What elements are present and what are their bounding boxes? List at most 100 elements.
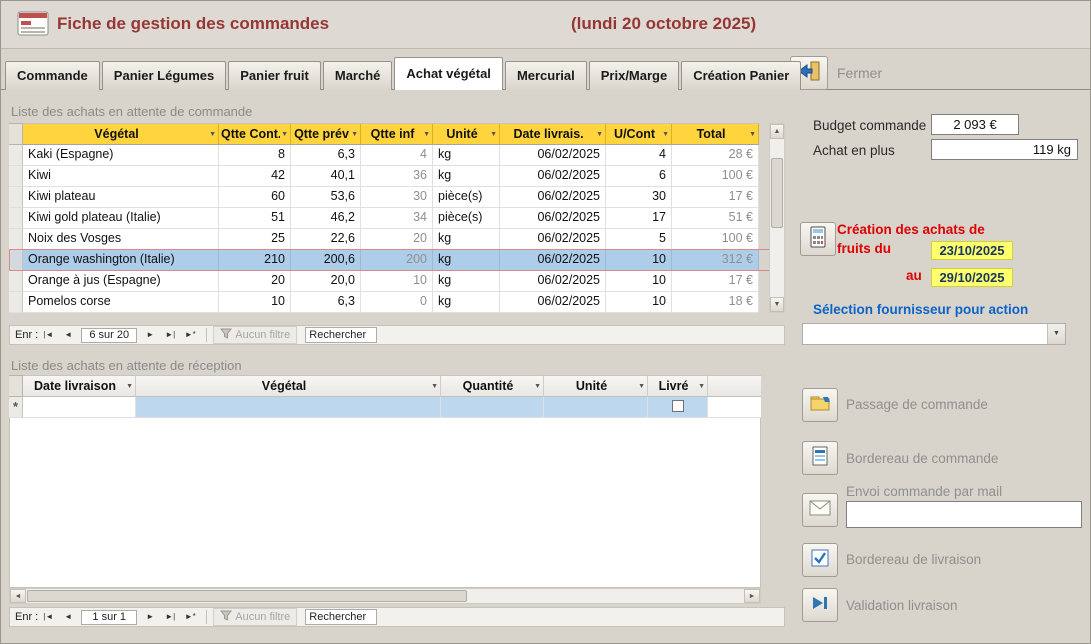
table-cell[interactable]: 22,6 [291, 229, 361, 250]
tab-mercurial[interactable]: Mercurial [505, 61, 587, 90]
table-cell[interactable]: Kaki (Espagne) [23, 145, 219, 166]
table-cell[interactable]: 51 [219, 208, 291, 229]
date-from-field[interactable]: 23/10/2025 [931, 241, 1013, 260]
table-cell[interactable]: 36 [361, 166, 433, 187]
table-cell[interactable]: 312 € [672, 250, 759, 271]
table-row[interactable]: Kiwi4240,136kg06/02/20256100 € [9, 166, 785, 187]
place-order-button[interactable] [802, 388, 838, 422]
delivered-checkbox[interactable] [672, 400, 684, 412]
table-cell[interactable] [544, 397, 648, 418]
next-record-button[interactable]: ► [140, 327, 160, 343]
table-cell[interactable]: 100 € [672, 229, 759, 250]
table-row[interactable]: Noix des Vosges2522,620kg06/02/20255100 … [9, 229, 785, 250]
sort-dropdown-icon[interactable]: ▼ [281, 131, 288, 138]
table-cell[interactable]: 53,6 [291, 187, 361, 208]
table-cell-active[interactable] [23, 397, 136, 418]
table-cell[interactable]: 51 € [672, 208, 759, 229]
new-row-selector[interactable]: * [9, 397, 23, 418]
column-header[interactable]: Qtte Cont.▼ [219, 123, 291, 145]
table-cell[interactable]: 4 [606, 145, 672, 166]
table-cell[interactable]: 17 € [672, 271, 759, 292]
table-cell[interactable]: 06/02/2025 [500, 208, 606, 229]
date-to-field[interactable]: 29/10/2025 [931, 268, 1013, 287]
table-cell[interactable]: Orange washington (Italie) [23, 250, 219, 271]
row-selector[interactable] [9, 271, 23, 292]
column-header[interactable]: Date livraison▼ [23, 375, 136, 397]
table-row[interactable]: Kiwi gold plateau (Italie)5146,234pièce(… [9, 208, 785, 229]
table-row[interactable]: Kaki (Espagne)86,34kg06/02/2025428 € [9, 145, 785, 166]
send-mail-button[interactable] [802, 493, 838, 527]
scrollbar-thumb[interactable] [27, 590, 467, 602]
table-cell[interactable]: 06/02/2025 [500, 292, 606, 313]
table-cell[interactable]: 8 [219, 145, 291, 166]
chevron-down-icon[interactable]: ▼ [1047, 324, 1065, 344]
sort-dropdown-icon[interactable]: ▼ [209, 131, 216, 138]
row-selector[interactable] [9, 292, 23, 313]
table-cell-livre[interactable] [648, 397, 708, 418]
create-purchases-button[interactable] [800, 222, 836, 256]
column-header[interactable]: Unité▼ [433, 123, 500, 145]
table-row[interactable]: Orange washington (Italie)210200,6200kg0… [9, 250, 785, 271]
table-cell[interactable]: Noix des Vosges [23, 229, 219, 250]
mail-address-input[interactable] [846, 501, 1082, 528]
table-cell[interactable]: 10 [219, 292, 291, 313]
orders-vertical-scrollbar[interactable]: ▲ ▼ [769, 123, 785, 313]
supplier-selection-link[interactable]: Sélection fournisseur pour action [813, 302, 1028, 317]
table-cell[interactable]: 18 € [672, 292, 759, 313]
table-cell[interactable]: 210 [219, 250, 291, 271]
table-cell[interactable]: 40,1 [291, 166, 361, 187]
table-cell[interactable]: 10 [361, 271, 433, 292]
sort-dropdown-icon[interactable]: ▼ [749, 131, 756, 138]
table-cell[interactable]: kg [433, 292, 500, 313]
table-cell[interactable]: 10 [606, 271, 672, 292]
scroll-left-button[interactable]: ◄ [10, 589, 26, 603]
table-cell[interactable]: 20 [361, 229, 433, 250]
sort-dropdown-icon[interactable]: ▼ [662, 131, 669, 138]
tab-prix-marge[interactable]: Prix/Marge [589, 61, 679, 90]
table-cell[interactable]: 42 [219, 166, 291, 187]
extra-purchase-value-field[interactable]: 119 kg [931, 139, 1078, 160]
table-cell[interactable]: 30 [361, 187, 433, 208]
tab-achat-végétal[interactable]: Achat végétal [394, 57, 503, 90]
delivery-slip-button[interactable] [802, 543, 838, 577]
table-cell[interactable]: 46,2 [291, 208, 361, 229]
row-selector[interactable] [9, 187, 23, 208]
column-header[interactable]: Quantité▼ [441, 375, 544, 397]
table-cell[interactable]: 06/02/2025 [500, 250, 606, 271]
new-record-button[interactable]: ►* [180, 609, 200, 625]
sort-dropdown-icon[interactable]: ▼ [351, 131, 358, 138]
previous-record-button[interactable]: ◄ [58, 609, 78, 625]
column-header[interactable]: Unité▼ [544, 375, 648, 397]
table-cell[interactable]: 20,0 [291, 271, 361, 292]
column-header[interactable]: Date livrais.▼ [500, 123, 606, 145]
table-cell[interactable]: 30 [606, 187, 672, 208]
table-cell[interactable]: Kiwi [23, 166, 219, 187]
table-row[interactable]: Kiwi plateau6053,630pièce(s)06/02/202530… [9, 187, 785, 208]
scroll-right-button[interactable]: ► [744, 589, 760, 603]
table-cell[interactable]: 25 [219, 229, 291, 250]
table-cell[interactable]: 60 [219, 187, 291, 208]
table-cell[interactable]: 17 € [672, 187, 759, 208]
table-cell[interactable]: 5 [606, 229, 672, 250]
tab-panier-fruit[interactable]: Panier fruit [228, 61, 321, 90]
table-cell[interactable]: 06/02/2025 [500, 229, 606, 250]
table-cell[interactable]: kg [433, 250, 500, 271]
previous-record-button[interactable]: ◄ [58, 327, 78, 343]
receptions-horizontal-scrollbar[interactable]: ◄ ► [9, 588, 761, 604]
tab-création-panier[interactable]: Création Panier [681, 61, 801, 90]
row-selector[interactable] [9, 208, 23, 229]
column-header[interactable]: Qtte inf▼ [361, 123, 433, 145]
reception-new-row[interactable]: * [9, 397, 761, 418]
select-all-corner[interactable] [9, 375, 23, 397]
table-cell[interactable]: 200,6 [291, 250, 361, 271]
sort-dropdown-icon[interactable]: ▼ [423, 131, 430, 138]
last-record-button[interactable]: ►| [160, 609, 180, 625]
column-header[interactable]: Qtte prév▼ [291, 123, 361, 145]
table-cell[interactable]: 10 [606, 292, 672, 313]
column-header[interactable]: Total▼ [672, 123, 759, 145]
row-selector[interactable] [9, 250, 23, 271]
record-position[interactable]: 1 sur 1 [81, 610, 137, 625]
table-cell[interactable]: Kiwi plateau [23, 187, 219, 208]
tab-commande[interactable]: Commande [5, 61, 100, 90]
new-record-button[interactable]: ►* [180, 327, 200, 343]
